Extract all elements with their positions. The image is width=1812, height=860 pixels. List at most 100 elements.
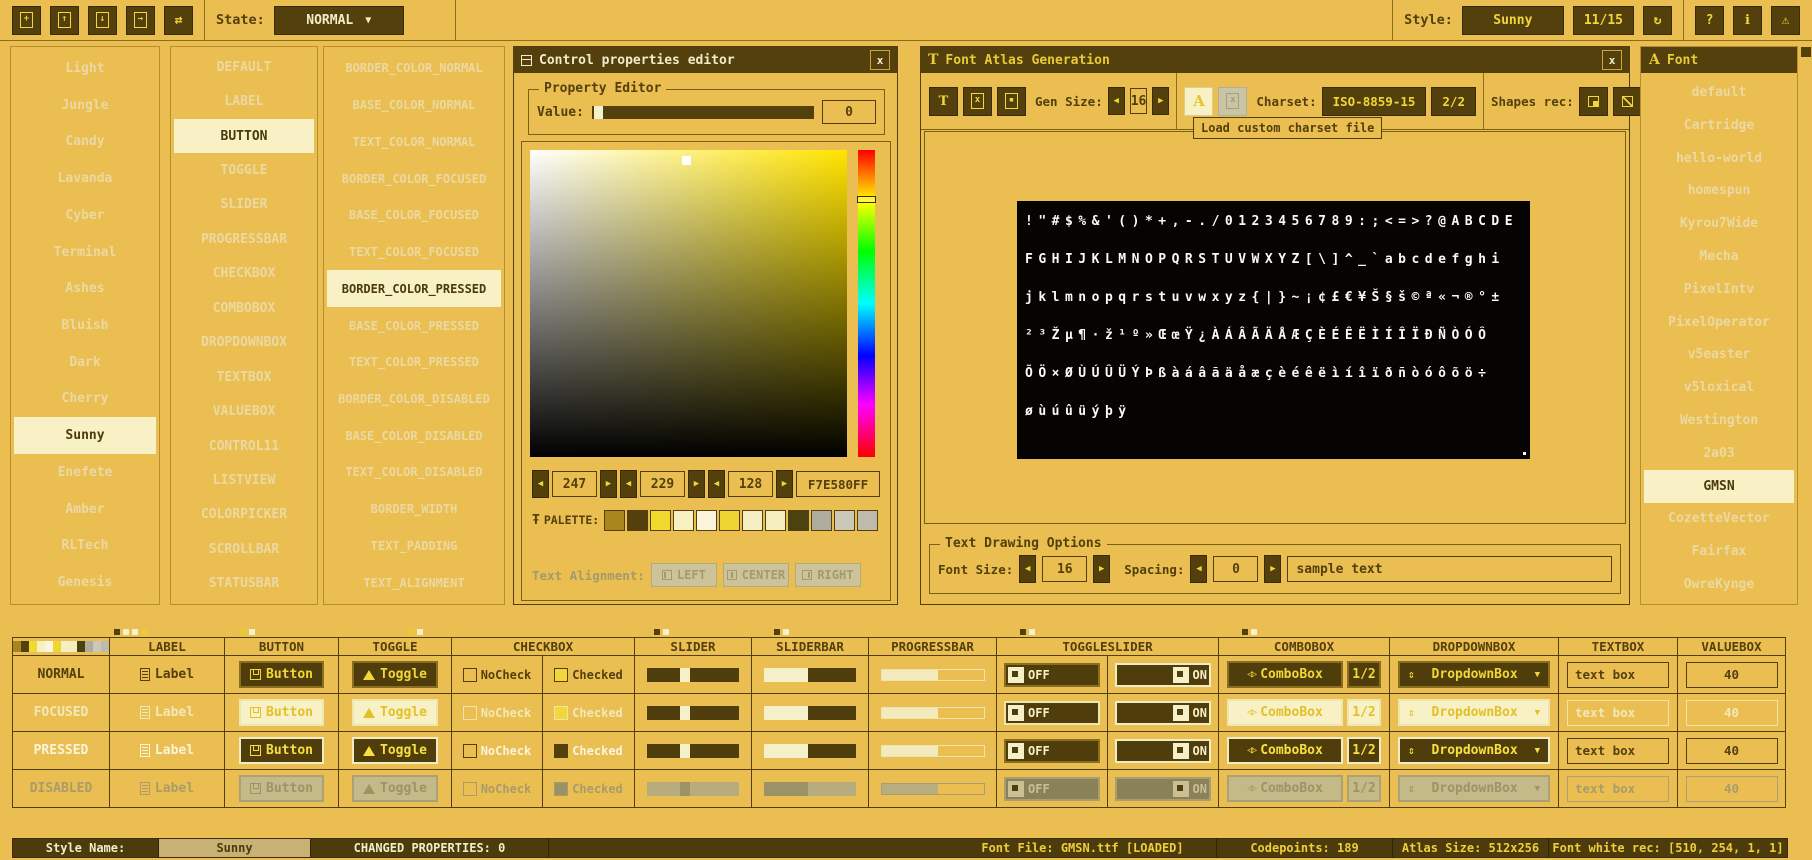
font-list-item[interactable]: hello-world	[1644, 142, 1794, 175]
charset-pages-button[interactable]: 2/2	[1431, 87, 1476, 116]
property-list-item[interactable]: BASE_COLOR_DISABLED	[327, 417, 501, 454]
atlas-preview-panel[interactable]: !"#$%&'()*+,-./0123456789:;<=>?@ABCDEFGH…	[924, 131, 1626, 524]
font-list-item[interactable]: default	[1644, 76, 1794, 109]
style-list-item[interactable]: Dark	[14, 344, 156, 381]
font-list-item[interactable]: OwreKynge	[1644, 568, 1794, 601]
toggle-knob[interactable]	[1008, 743, 1024, 759]
state-dropdown[interactable]: NORMAL ▼	[274, 6, 404, 35]
new-style-button[interactable]: +	[12, 6, 41, 35]
toggleslider-on-demo[interactable]: ON	[1115, 777, 1211, 801]
gen-size-value[interactable]: 16	[1130, 88, 1148, 114]
button-demo[interactable]: Button	[239, 775, 324, 802]
close-icon[interactable]: x	[870, 50, 890, 70]
hue-handle[interactable]	[857, 196, 876, 203]
style-list-item[interactable]: Jungle	[14, 87, 156, 124]
blue-value[interactable]: 128	[728, 471, 773, 497]
close-icon[interactable]: x	[1602, 50, 1622, 70]
font-list-item[interactable]: PixelIntv	[1644, 273, 1794, 306]
property-list-item[interactable]: TEXT_COLOR_NORMAL	[327, 123, 501, 160]
valuebox-demo[interactable]: 40	[1686, 738, 1778, 764]
color-picker-area[interactable]	[530, 150, 847, 457]
style-list-item[interactable]: Ashes	[14, 270, 156, 307]
palette-swatch[interactable]	[765, 510, 786, 531]
export-style-button[interactable]: →	[126, 6, 155, 35]
property-list-item[interactable]: BORDER_WIDTH	[327, 491, 501, 528]
style-list-item[interactable]: Candy	[14, 123, 156, 160]
palette-swatch[interactable]	[650, 510, 671, 531]
increment-blue-button[interactable]: ▶	[776, 470, 793, 498]
textbox-demo[interactable]: text box	[1567, 776, 1669, 802]
checkbox-checked-demo[interactable]: Checked	[554, 706, 623, 720]
color-picker-cursor[interactable]	[682, 156, 691, 165]
font-list-item[interactable]: 2a03	[1644, 437, 1794, 470]
font-list-item[interactable]: v5loxical	[1644, 371, 1794, 404]
font-list-item[interactable]: Kyrou7Wide	[1644, 207, 1794, 240]
hue-bar[interactable]	[858, 150, 875, 457]
palette-swatch[interactable]	[834, 510, 855, 531]
palette-swatch[interactable]	[857, 510, 878, 531]
button-demo[interactable]: Button	[239, 737, 324, 764]
control-list-item[interactable]: CHECKBOX	[174, 257, 314, 291]
control-list-item[interactable]: LABEL	[174, 84, 314, 118]
dropdownbox-demo[interactable]: ⇕DropdownBox▼	[1398, 699, 1550, 726]
property-list-item[interactable]: TEXT_COLOR_DISABLED	[327, 454, 501, 491]
style-index-value[interactable]: 11/15	[1573, 6, 1634, 35]
control-list-item[interactable]: DEFAULT	[174, 50, 314, 84]
control-list-item[interactable]: SLIDER	[174, 188, 314, 222]
slider-knob[interactable]	[680, 706, 690, 720]
dropdownbox-demo[interactable]: ⇕DropdownBox▼	[1398, 661, 1550, 688]
property-list-item[interactable]: BORDER_COLOR_PRESSED	[327, 270, 501, 307]
checkbox-checked-demo[interactable]: Checked	[554, 668, 623, 682]
properties-editor-titlebar[interactable]: Control properties editor x	[514, 47, 897, 73]
checkbox-checked-demo[interactable]: Checked	[554, 744, 623, 758]
toggleslider-on-demo[interactable]: ON	[1115, 701, 1211, 725]
property-list-item[interactable]: TEXT_COLOR_FOCUSED	[327, 234, 501, 271]
decrement-gen-size-button[interactable]: ◀	[1108, 87, 1125, 115]
increment-font-size-button[interactable]: ▶	[1093, 555, 1110, 583]
slider-knob[interactable]	[680, 782, 690, 796]
combobox-count[interactable]: 1/2	[1347, 737, 1381, 764]
decrement-red-button[interactable]: ◀	[532, 470, 549, 498]
toggleslider-off-demo[interactable]: OFF	[1004, 701, 1100, 725]
checkbox-checked-demo[interactable]: Checked	[554, 782, 623, 796]
property-list-item[interactable]: TEXT_COLOR_PRESSED	[327, 344, 501, 381]
textbox-demo[interactable]: text box	[1567, 700, 1669, 726]
property-list-item[interactable]: BORDER_COLOR_FOCUSED	[327, 160, 501, 197]
control-list-item[interactable]: BUTTON	[174, 119, 314, 153]
property-list-item[interactable]: TEXT_PADDING	[327, 528, 501, 565]
toggle-knob[interactable]	[1173, 667, 1189, 683]
report-issue-button[interactable]: ⚠	[1771, 6, 1800, 35]
control-list-item[interactable]: TEXTBOX	[174, 360, 314, 394]
property-list-item[interactable]: BASE_COLOR_NORMAL	[327, 87, 501, 124]
reload-style-button[interactable]: ↻	[1643, 6, 1672, 35]
style-list-item[interactable]: Terminal	[14, 234, 156, 271]
palette-swatch[interactable]	[604, 510, 625, 531]
toggle-knob[interactable]	[1008, 705, 1024, 721]
toggle-knob[interactable]	[1008, 667, 1024, 683]
font-list-item[interactable]: Cartridge	[1644, 109, 1794, 142]
export-atlas-image-button[interactable]: ▪	[997, 87, 1026, 116]
combobox-count[interactable]: 1/2	[1347, 699, 1381, 726]
style-list-item[interactable]: RLTech	[14, 528, 156, 565]
property-list-item[interactable]: TEXT_ALIGNMENT	[327, 564, 501, 601]
increment-green-button[interactable]: ▶	[688, 470, 705, 498]
toggleslider-off-demo[interactable]: OFF	[1004, 739, 1100, 763]
sliderbar-demo[interactable]	[764, 782, 856, 796]
toggleslider-on-demo[interactable]: ON	[1115, 663, 1211, 687]
sliderbar-demo[interactable]	[764, 668, 856, 682]
toggle-demo[interactable]: Toggle	[352, 699, 438, 726]
toggle-knob[interactable]	[1008, 781, 1024, 797]
slider-handle[interactable]	[594, 106, 603, 119]
random-style-button[interactable]: ⇄	[164, 6, 193, 35]
decrement-font-size-button[interactable]: ◀	[1019, 555, 1036, 583]
sample-text-input[interactable]: sample text	[1287, 556, 1612, 582]
palette-swatch[interactable]	[788, 510, 809, 531]
style-list-item[interactable]: Bluish	[14, 307, 156, 344]
control-list-item[interactable]: DROPDOWNBOX	[174, 326, 314, 360]
sliderbar-demo[interactable]	[764, 706, 856, 720]
increment-gen-size-button[interactable]: ▶	[1152, 87, 1169, 115]
toggle-demo[interactable]: Toggle	[352, 661, 438, 688]
toggleslider-on-demo[interactable]: ON	[1115, 739, 1211, 763]
style-list-item[interactable]: Cyber	[14, 197, 156, 234]
control-list-item[interactable]: PROGRESSBAR	[174, 222, 314, 256]
